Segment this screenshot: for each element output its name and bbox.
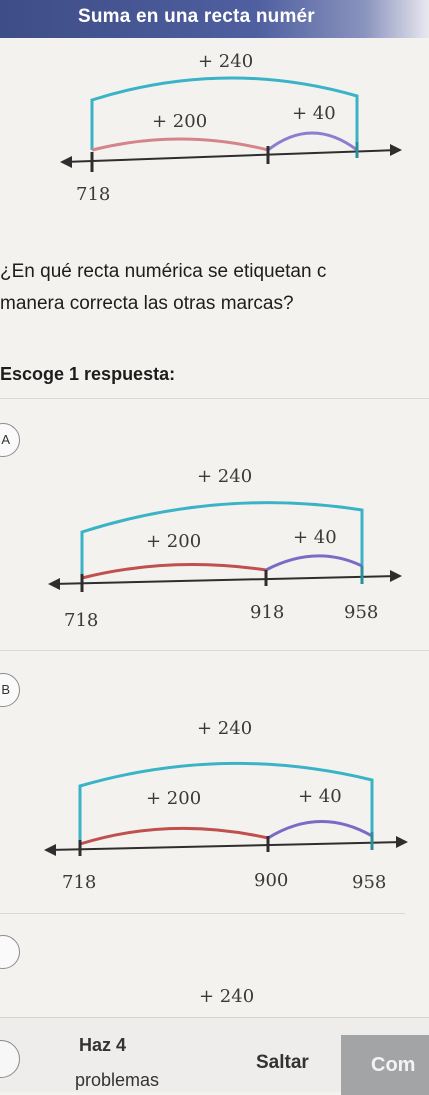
option-b-jump-40: + 40 <box>298 786 342 807</box>
arc-200 <box>81 563 267 580</box>
arc-200 <box>91 137 269 152</box>
option-b-mid-label: 900 <box>254 870 289 891</box>
option-a-start-label: 718 <box>64 610 99 631</box>
question-text: ¿En qué recta numérica se etiquetan c ma… <box>0 256 429 320</box>
header-title: Suma en una recta numér <box>78 6 315 27</box>
option-c-total-jump: + 240 <box>199 986 255 1007</box>
divider <box>0 913 405 914</box>
option-a-total-jump: + 240 <box>197 466 253 487</box>
option-a-jump-40: + 40 <box>293 527 337 548</box>
arc-40 <box>267 820 373 840</box>
number-line <box>63 149 399 163</box>
option-a-number-line <box>48 501 402 592</box>
option-a-letter[interactable]: A <box>0 423 20 457</box>
option-b-end-label: 958 <box>352 872 387 893</box>
header-bar: Suma en una recta numér <box>0 0 429 38</box>
progress-circle-icon <box>0 1040 20 1078</box>
option-a-end-label: 958 <box>344 602 379 623</box>
option-b-letter[interactable]: B <box>0 673 20 707</box>
number-line <box>51 575 399 585</box>
question-start-label: 718 <box>76 184 111 205</box>
option-b-total-jump: + 240 <box>197 718 253 739</box>
option-b-jump-200: + 200 <box>146 788 202 809</box>
option-c-letter[interactable]: C <box>0 935 20 969</box>
divider <box>0 398 429 399</box>
right-arrow <box>390 144 402 156</box>
choose-prompt: Escoge 1 respuesta: <box>0 364 176 384</box>
left-arrow <box>48 578 60 590</box>
question-line-2: manera correcta las otras marcas? <box>0 293 294 314</box>
question-jump-40: + 40 <box>292 103 336 124</box>
arc-40 <box>265 554 363 572</box>
number-line <box>47 841 405 851</box>
question-line-1: ¿En qué recta numérica se etiquetan c <box>0 261 327 282</box>
right-arrow <box>396 836 408 848</box>
option-a-mid-label: 918 <box>250 602 285 623</box>
divider <box>0 650 429 651</box>
option-b-start-label: 718 <box>62 872 97 893</box>
arc-200 <box>79 826 269 846</box>
left-arrow <box>60 156 72 168</box>
option-b-number-line <box>44 761 408 856</box>
left-arrow <box>44 844 56 856</box>
right-arrow <box>390 570 402 582</box>
skip-button[interactable]: Saltar <box>256 1052 309 1074</box>
question-jump-200: + 200 <box>152 111 208 132</box>
question-total-jump: + 240 <box>198 51 254 72</box>
check-button[interactable]: Com <box>341 1035 429 1095</box>
arc-40 <box>267 131 358 152</box>
progress-line-1: Haz 4 <box>79 1035 127 1055</box>
progress-line-2: problemas <box>75 1070 160 1090</box>
option-a-jump-200: + 200 <box>146 531 202 552</box>
